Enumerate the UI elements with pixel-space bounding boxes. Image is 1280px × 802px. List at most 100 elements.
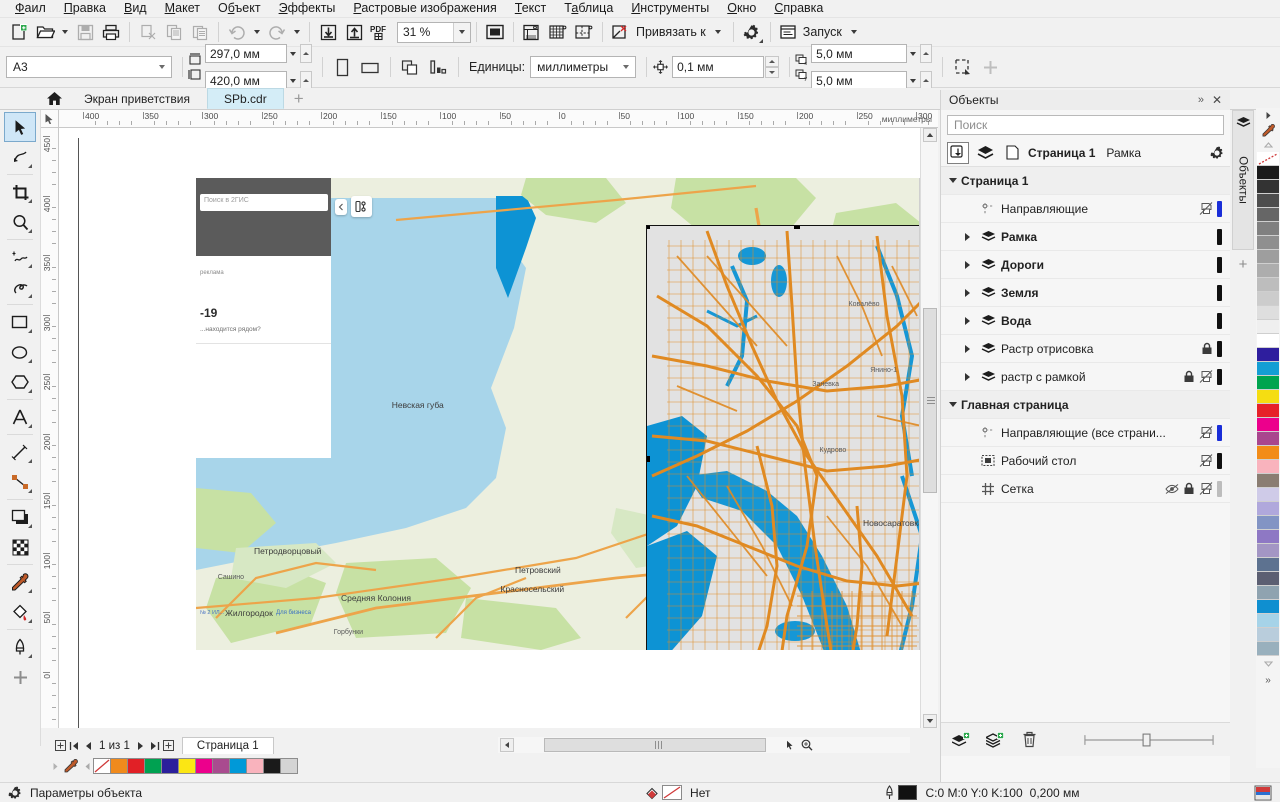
show-guides-button[interactable]	[571, 20, 597, 45]
palette-scroll-left[interactable]	[81, 762, 93, 771]
zoom-level-dropdown-arrow[interactable]	[453, 23, 470, 42]
docker-close-button[interactable]: ✕	[1210, 93, 1230, 107]
tree-expand-arrow[interactable]	[959, 261, 975, 269]
palette-swatch[interactable]	[1257, 222, 1279, 236]
gis-search-input[interactable]: Поиск в 2ГИС	[200, 194, 328, 211]
palette-swatch[interactable]	[1257, 250, 1279, 264]
home-icon[interactable]	[41, 88, 67, 109]
selected-raster-frame[interactable]	[646, 225, 921, 650]
palette-swatch[interactable]	[1257, 208, 1279, 222]
palette-swatch[interactable]	[1257, 628, 1279, 642]
artistic-media-tool[interactable]	[4, 272, 36, 302]
status-fill-swatch[interactable]	[662, 785, 682, 800]
dimension-tool[interactable]	[4, 437, 36, 467]
page-width-field[interactable]: 297,0 мм	[205, 44, 287, 63]
palette-swatch[interactable]	[1257, 390, 1279, 404]
new-layer-button[interactable]	[949, 732, 973, 748]
layer-color-indicator[interactable]	[1217, 341, 1222, 357]
palette-swatch[interactable]	[263, 758, 281, 774]
canvas-horizontal-scrollbar[interactable]	[498, 737, 910, 753]
layer-color-indicator[interactable]	[1217, 313, 1222, 329]
palette-swatch[interactable]	[1257, 292, 1279, 306]
show-rulers-button[interactable]	[519, 20, 545, 45]
prev-page-button[interactable]	[81, 738, 95, 753]
freehand-tool[interactable]	[4, 242, 36, 272]
layer-color-indicator[interactable]	[1217, 229, 1222, 245]
palette-swatch-row[interactable]	[93, 758, 297, 774]
status-gear-button[interactable]	[0, 785, 30, 801]
color-profile-button[interactable]	[1246, 785, 1280, 801]
selection-handle-n[interactable]	[794, 226, 800, 229]
palette-swatch[interactable]	[229, 758, 247, 774]
menu-item-object[interactable]: Объект	[209, 0, 270, 18]
hide-icon[interactable]	[1165, 483, 1179, 495]
lock-icon[interactable]	[1201, 342, 1213, 355]
canvas-hscroll-thumb[interactable]	[544, 738, 766, 752]
palette-swatch[interactable]	[1257, 376, 1279, 390]
add-page-before-button[interactable]	[53, 738, 67, 753]
page-tab-1[interactable]: Страница 1	[182, 737, 274, 754]
object-tree-row[interactable]: Земля	[941, 279, 1230, 307]
new-object-layer-button[interactable]	[947, 142, 969, 164]
palette-swatch[interactable]	[1257, 348, 1279, 362]
menu-item-layout[interactable]: Макет	[156, 0, 209, 18]
canvas-vertical-scrollbar[interactable]	[920, 128, 938, 728]
lock-icon[interactable]	[1183, 482, 1195, 495]
drop-shadow-tool[interactable]	[4, 502, 36, 532]
palette-swatch[interactable]	[1257, 474, 1279, 488]
palette-swatch[interactable]	[1257, 264, 1279, 278]
nudge-field[interactable]: 0,1 мм	[672, 56, 764, 78]
map-bitmap-object[interactable]: ПетродворцовыйСашиноЖилгородокСредняя Ко…	[196, 178, 921, 650]
navigator-button[interactable]	[799, 737, 814, 753]
print-layer-icon[interactable]	[1199, 426, 1213, 439]
palette-eyedropper-button[interactable]	[61, 759, 81, 773]
docker-add-tab-button[interactable]: +	[1234, 255, 1252, 273]
object-tree-group-row[interactable]: Страница 1	[941, 167, 1230, 195]
layer-color-indicator[interactable]	[1217, 425, 1222, 441]
tree-expand-arrow[interactable]	[959, 233, 975, 241]
customize-toolbox-button[interactable]	[4, 662, 36, 692]
next-page-button[interactable]	[134, 738, 148, 753]
gis-collapse-button[interactable]	[335, 199, 347, 215]
palette-swatch-column[interactable]	[1257, 166, 1279, 656]
palette-swatch[interactable]	[1257, 530, 1279, 544]
color-palette[interactable]: »	[1256, 108, 1280, 768]
print-layer-icon[interactable]	[1199, 454, 1213, 467]
palette-swatch[interactable]	[1257, 516, 1279, 530]
cut-button[interactable]	[135, 20, 161, 45]
docker-options-button[interactable]	[1204, 145, 1230, 161]
print-layer-icon[interactable]	[1199, 202, 1213, 215]
palette-swatch[interactable]	[1257, 418, 1279, 432]
menu-item-text[interactable]: Текст	[506, 0, 555, 18]
full-screen-preview-button[interactable]	[482, 20, 508, 45]
palette-swatch[interactable]	[1257, 600, 1279, 614]
palette-swatch[interactable]	[1257, 614, 1279, 628]
orientation-portrait-button[interactable]	[328, 54, 356, 80]
ruler-origin-button[interactable]	[41, 110, 59, 128]
object-tree[interactable]: Страница 1НаправляющиеРамкаДорогиЗемляВо…	[941, 167, 1230, 503]
shape-tool[interactable]	[4, 142, 36, 172]
show-grid-button[interactable]	[545, 20, 571, 45]
menu-item-table[interactable]: Таблица	[555, 0, 622, 18]
scroll-up-button[interactable]	[923, 128, 937, 142]
object-tree-row[interactable]: Направляющие (все страни...	[941, 419, 1230, 447]
horizontal-ruler[interactable]: 4003503002502001501005005010015020025030…	[41, 110, 938, 128]
layer-color-indicator[interactable]	[1217, 481, 1222, 497]
publish-pdf-button[interactable]: PDF	[367, 20, 393, 45]
delete-layer-button[interactable]	[1017, 731, 1041, 748]
new-master-layer-button[interactable]	[983, 732, 1007, 748]
palette-swatch-none[interactable]	[1257, 152, 1279, 166]
menu-item-file[interactable]: Фаил	[6, 0, 55, 18]
duplicate-x-field[interactable]: 5,0 мм	[811, 44, 907, 63]
page-width-caret[interactable]	[287, 41, 299, 66]
menu-item-window[interactable]: Окно	[718, 0, 765, 18]
hscroll-left-button[interactable]	[500, 738, 514, 752]
snap-to-caret[interactable]	[711, 20, 725, 45]
connector-tool[interactable]	[4, 467, 36, 497]
copy-button[interactable]	[161, 20, 187, 45]
palette-swatch[interactable]	[1257, 544, 1279, 558]
palette-swatch[interactable]	[161, 758, 179, 774]
layer-color-indicator[interactable]	[1217, 369, 1222, 385]
duplicate-x-spinner[interactable]	[920, 44, 932, 63]
palette-swatch[interactable]	[1257, 460, 1279, 474]
